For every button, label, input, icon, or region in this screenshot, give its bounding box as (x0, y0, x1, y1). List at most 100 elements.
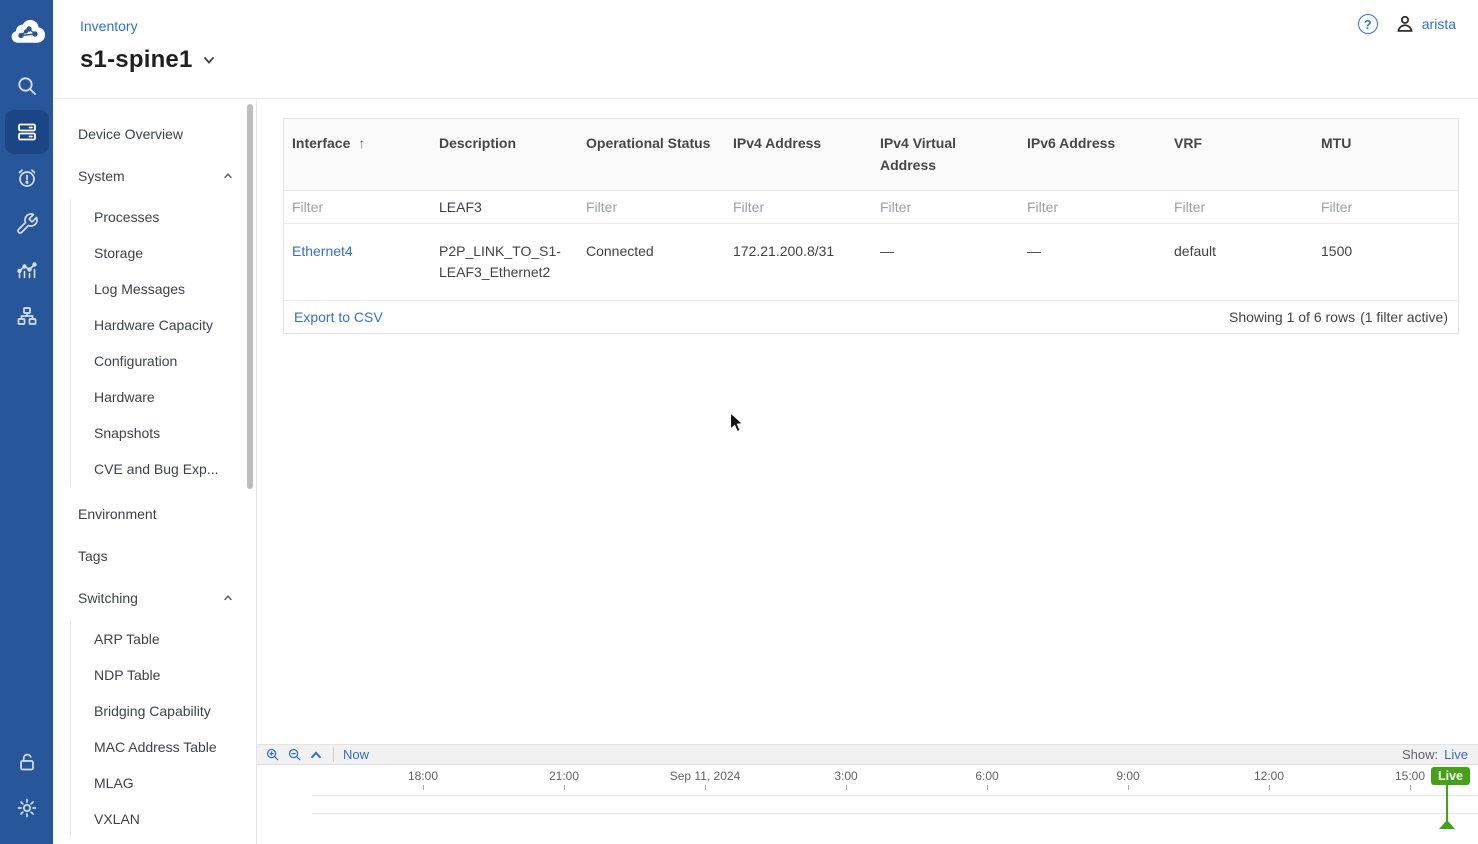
cell-ipv6-address: — (1019, 224, 1166, 300)
username: arista (1422, 16, 1456, 32)
cell-description: P2P_LINK_TO_S1-LEAF3_Ethernet2 (431, 224, 578, 300)
tick-label: 21:00 (549, 769, 579, 783)
nav-sublist-switching: ARP Table NDP Table Bridging Capability … (70, 621, 256, 837)
zoom-out-icon[interactable] (287, 747, 302, 762)
nav-sublist-system: Processes Storage Log Messages Hardware … (70, 199, 256, 487)
column-header-ipv4-address[interactable]: IPv4 Address (725, 119, 872, 190)
nav-item-mac-address-table[interactable]: MAC Address Table (71, 729, 256, 765)
nav-group-system[interactable]: System (53, 155, 256, 197)
nav-group-label: Switching (78, 590, 138, 606)
nav-item-cve-bug-exposure[interactable]: CVE and Bug Exp... (71, 451, 256, 487)
user-menu[interactable]: arista (1394, 13, 1456, 35)
lock-icon[interactable] (5, 740, 49, 784)
app-icon-rail (0, 0, 53, 844)
nav-item-vxlan[interactable]: VXLAN (71, 801, 256, 837)
page-header: Inventory s1-spine1 ? arista (53, 0, 1478, 99)
filter-input-vrf[interactable] (1174, 199, 1305, 215)
nav-item-label: Environment (78, 506, 157, 522)
page-title: s1-spine1 (80, 46, 193, 74)
nav-item-ndp-table[interactable]: NDP Table (71, 657, 256, 693)
live-marker-badge[interactable]: Live (1431, 767, 1470, 785)
column-header-vrf[interactable]: VRF (1166, 119, 1313, 190)
filter-input-operational-status[interactable] (586, 199, 717, 215)
metrics-icon[interactable] (5, 248, 49, 292)
live-marker-triangle[interactable] (1439, 820, 1455, 829)
tick-label: 15:00 (1395, 769, 1425, 783)
toolbar-divider (333, 747, 334, 762)
nav-item-arp-table[interactable]: ARP Table (71, 621, 256, 657)
filter-input-ipv4-virtual-address[interactable] (880, 199, 1011, 215)
filter-active-note: (1 filter active) (1360, 309, 1448, 325)
help-icon[interactable]: ? (1358, 14, 1378, 34)
column-header-interface[interactable]: Interface↑ (284, 119, 431, 190)
filter-input-ipv4-address[interactable] (733, 199, 864, 215)
cell-operational-status: Connected (578, 224, 725, 300)
cloudvision-logo-icon[interactable] (9, 16, 45, 44)
tick-mark (1128, 785, 1129, 790)
cell-mtu: 1500 (1313, 224, 1458, 300)
nav-item-environment[interactable]: Environment (53, 493, 256, 535)
tick-label: 12:00 (1254, 769, 1284, 783)
tick-mark (1410, 785, 1411, 790)
nav-item-mlag[interactable]: MLAG (71, 765, 256, 801)
nav-item-processes[interactable]: Processes (71, 199, 256, 235)
column-header-mtu[interactable]: MTU (1313, 119, 1458, 190)
chevron-up-icon (222, 170, 234, 182)
nav-item-log-messages[interactable]: Log Messages (71, 271, 256, 307)
filter-input-description[interactable] (439, 199, 570, 215)
tick-label: 6:00 (975, 769, 998, 783)
column-header-ipv4-virtual-address[interactable]: IPv4 Virtual Address (872, 119, 1019, 190)
main-content: Interface↑ Description Operational Statu… (257, 100, 1478, 744)
tick-mark (987, 785, 988, 790)
timeline-gridline (312, 795, 1478, 796)
column-header-operational-status[interactable]: Operational Status (578, 119, 725, 190)
nav-item-tags[interactable]: Tags (53, 535, 256, 577)
filter-input-interface[interactable] (292, 199, 423, 215)
breadcrumb[interactable]: Inventory (80, 18, 138, 34)
nav-item-snapshots[interactable]: Snapshots (71, 415, 256, 451)
now-button[interactable]: Now (343, 747, 369, 762)
rows-count-text: Showing 1 of 6 rows (1229, 309, 1355, 325)
tick-mark (564, 785, 565, 790)
nav-item-configuration[interactable]: Configuration (71, 343, 256, 379)
nav-group-label: System (78, 168, 125, 184)
nav-item-storage[interactable]: Storage (71, 235, 256, 271)
provisioning-icon[interactable] (5, 202, 49, 246)
events-icon[interactable] (5, 156, 49, 200)
sort-ascending-icon[interactable]: ↑ (358, 135, 365, 151)
export-csv-link[interactable]: Export to CSV (294, 309, 383, 325)
table-row: Ethernet4 P2P_LINK_TO_S1-LEAF3_Ethernet2… (284, 224, 1458, 301)
timeline-axis[interactable]: 18:00 21:00 Sep 11, 2024 3:00 6:00 9:00 … (257, 765, 1478, 843)
filter-input-ipv6-address[interactable] (1027, 199, 1158, 215)
device-title-dropdown[interactable]: s1-spine1 (80, 46, 217, 74)
nav-item-device-overview[interactable]: Device Overview (53, 113, 256, 155)
column-header-description[interactable]: Description (431, 119, 578, 190)
show-label: Show: (1402, 747, 1438, 762)
settings-gear-icon[interactable] (5, 786, 49, 830)
nav-item-hardware[interactable]: Hardware (71, 379, 256, 415)
tick-label: 9:00 (1116, 769, 1139, 783)
live-marker-line[interactable] (1446, 784, 1448, 822)
tick-mark (1269, 785, 1270, 790)
show-mode-selector[interactable]: Live (1444, 747, 1468, 762)
device-nav-panel: Device Overview System Processes Storage… (53, 100, 257, 844)
interface-link[interactable]: Ethernet4 (292, 243, 353, 259)
zoom-in-icon[interactable] (265, 747, 280, 762)
nav-item-label: Tags (78, 548, 108, 564)
tick-label: 3:00 (834, 769, 857, 783)
nav-scrollbar-thumb[interactable] (247, 104, 253, 489)
tick-label: Sep 11, 2024 (670, 769, 741, 783)
filter-input-mtu[interactable] (1321, 199, 1450, 215)
topology-icon[interactable] (5, 294, 49, 338)
collapse-timeline-icon[interactable] (309, 748, 323, 762)
nav-item-hardware-capacity[interactable]: Hardware Capacity (71, 307, 256, 343)
search-icon[interactable] (5, 64, 49, 108)
column-header-ipv6-address[interactable]: IPv6 Address (1019, 119, 1166, 190)
timeline-toolbar: Now Show: Live (257, 744, 1478, 765)
nav-item-bridging-capability[interactable]: Bridging Capability (71, 693, 256, 729)
tick-mark (705, 785, 706, 790)
tick-mark (423, 785, 424, 790)
tick-mark (846, 785, 847, 790)
nav-group-switching[interactable]: Switching (53, 577, 256, 619)
devices-icon[interactable] (5, 110, 49, 154)
